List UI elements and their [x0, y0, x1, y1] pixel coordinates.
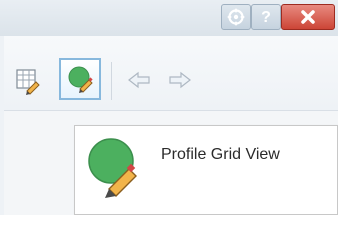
close-button[interactable] — [281, 4, 335, 30]
profile-grid-view-button[interactable] — [59, 58, 101, 100]
green-circle-pencil-icon — [65, 64, 95, 94]
close-icon — [298, 7, 318, 27]
toolbar-separator — [111, 62, 112, 100]
back-arrow-icon — [125, 70, 153, 90]
question-icon: ? — [257, 8, 275, 26]
forward-arrow-icon — [166, 70, 194, 90]
help-gear-button[interactable] — [221, 4, 251, 30]
gear-help-icon — [227, 8, 245, 26]
forward-button[interactable] — [160, 65, 200, 95]
left-panel-edge — [0, 36, 4, 215]
tooltip: Profile Grid View — [74, 125, 338, 215]
svg-text:?: ? — [261, 9, 271, 26]
help-button[interactable]: ? — [251, 4, 281, 30]
tooltip-title: Profile Grid View — [161, 146, 280, 163]
back-button[interactable] — [119, 65, 159, 95]
toolbar — [0, 36, 338, 111]
green-circle-pencil-icon — [85, 137, 147, 199]
grid-edit-button[interactable] — [8, 62, 46, 100]
grid-pencil-icon — [13, 67, 41, 95]
title-bar: ? — [0, 0, 338, 37]
app-window: ? Profile Grid View — [0, 0, 338, 215]
